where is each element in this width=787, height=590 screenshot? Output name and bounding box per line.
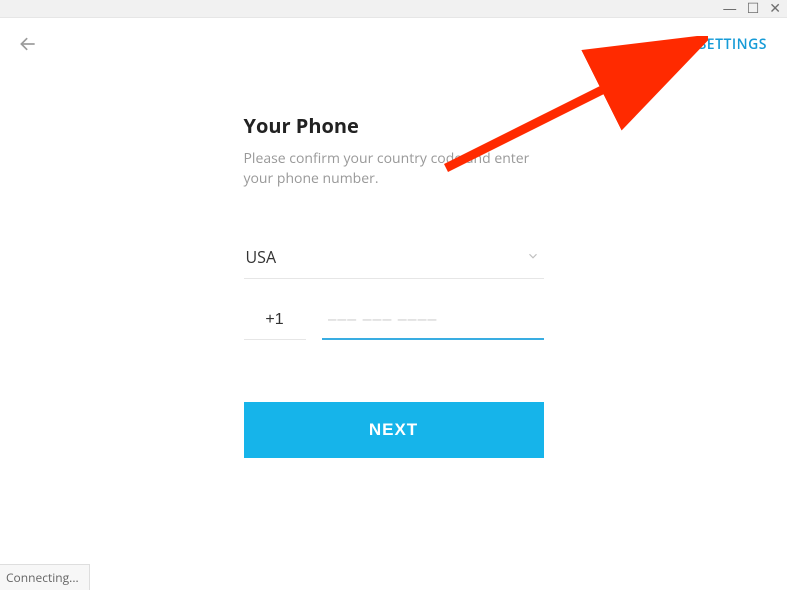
page-subtitle: Please confirm your country code and ent… xyxy=(244,149,544,190)
phone-row xyxy=(244,311,544,340)
arrow-left-icon xyxy=(18,34,38,54)
dial-code-input[interactable] xyxy=(244,311,306,340)
settings-link[interactable]: SETTINGS xyxy=(699,35,767,54)
phone-number-input[interactable] xyxy=(322,311,544,340)
chevron-down-icon xyxy=(526,246,540,268)
minimize-icon[interactable]: — xyxy=(723,2,737,16)
app-header: SETTINGS xyxy=(0,18,787,56)
back-button[interactable] xyxy=(16,32,40,56)
window-titlebar: — ☐ ✕ xyxy=(0,0,787,18)
maximize-icon[interactable]: ☐ xyxy=(747,2,760,16)
next-button[interactable]: NEXT xyxy=(244,402,544,458)
country-selected-label: USA xyxy=(246,246,277,268)
close-icon[interactable]: ✕ xyxy=(769,2,781,16)
page-title: Your Phone xyxy=(244,112,544,139)
country-select[interactable]: USA xyxy=(244,246,544,279)
connection-status: Connecting... xyxy=(0,564,90,590)
login-form: Your Phone Please confirm your country c… xyxy=(244,112,544,458)
